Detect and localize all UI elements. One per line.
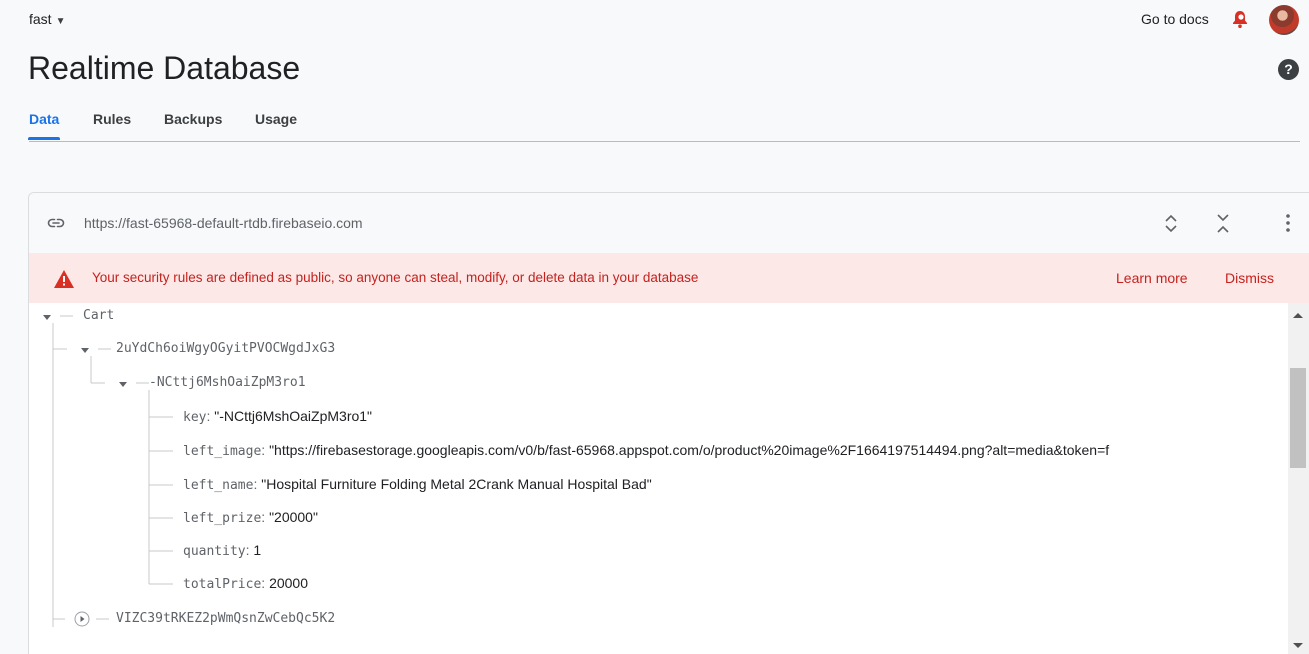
project-selector[interactable]: fast ▼ [29, 11, 65, 27]
tab-usage[interactable]: Usage [255, 111, 297, 127]
collapse-node-toggle[interactable] [117, 378, 129, 390]
project-name: fast [29, 11, 52, 27]
leaf-row[interactable]: key: "-NCttj6MshOaiZpM3ro1" [183, 408, 372, 425]
node-key-user[interactable]: 2uYdCh6oiWgyOGyitPVOCWgdJxG3 [116, 341, 335, 356]
node-key-cart[interactable]: Cart [83, 308, 114, 323]
tab-bar: Data Rules Backups Usage [27, 104, 1300, 142]
scrollbar-thumb[interactable] [1290, 368, 1306, 468]
data-tree: Cart 2uYdCh6oiWgyOGyitPVOCWgdJxG3 -NCttj… [29, 303, 1288, 654]
expand-all-icon[interactable] [1158, 210, 1184, 236]
dismiss-button[interactable]: Dismiss [1225, 270, 1274, 286]
page-title: Realtime Database [28, 50, 301, 86]
data-panel: https://fast-65968-default-rtdb.firebase… [28, 192, 1309, 654]
leaf-value: "https://firebasestorage.googleapis.com/… [269, 442, 1110, 458]
link-icon [47, 218, 65, 228]
leaf-row[interactable]: quantity: 1 [183, 542, 261, 559]
warning-icon [54, 270, 74, 288]
leaf-value: "Hospital Furniture Folding Metal 2Crank… [261, 476, 652, 492]
database-url[interactable]: https://fast-65968-default-rtdb.firebase… [84, 215, 363, 231]
tab-data[interactable]: Data [27, 111, 61, 140]
vertical-scrollbar[interactable] [1288, 303, 1309, 654]
learn-more-button[interactable]: Learn more [1116, 270, 1188, 286]
caret-down-icon: ▼ [55, 16, 66, 27]
leaf-key: totalPrice [183, 577, 262, 592]
scroll-down-arrow-icon[interactable] [1293, 643, 1303, 648]
go-to-docs-link[interactable]: Go to docs [1141, 11, 1209, 27]
collapse-all-icon[interactable] [1210, 210, 1236, 236]
tab-rules[interactable]: Rules [93, 111, 131, 127]
leaf-key: key [183, 410, 207, 425]
leaf-row[interactable]: left_prize: "20000" [183, 509, 318, 526]
leaf-row[interactable]: totalPrice: 20000 [183, 575, 308, 592]
scroll-up-arrow-icon[interactable] [1293, 313, 1303, 318]
more-vert-icon[interactable] [1276, 211, 1300, 235]
leaf-row[interactable]: left_name: "Hospital Furniture Folding M… [183, 476, 652, 493]
node-key-item[interactable]: -NCttj6MshOaiZpM3ro1 [149, 375, 306, 390]
database-url-bar: https://fast-65968-default-rtdb.firebase… [29, 193, 1309, 253]
avatar[interactable] [1269, 5, 1299, 35]
leaf-value: 20000 [269, 575, 308, 591]
leaf-key: quantity [183, 544, 246, 559]
tab-backups[interactable]: Backups [164, 111, 222, 127]
leaf-key: left_prize [183, 511, 262, 526]
top-bar: fast ▼ Go to docs [0, 0, 1309, 40]
leaf-key: left_name [183, 478, 254, 493]
leaf-value: 1 [253, 542, 262, 558]
help-icon[interactable]: ? [1278, 59, 1299, 80]
leaf-value: "-NCttj6MshOaiZpM3ro1" [214, 408, 373, 424]
expand-node-toggle[interactable] [74, 611, 90, 627]
notification-bell-icon[interactable] [1230, 9, 1250, 29]
node-key-user[interactable]: VIZC39tRKEZ2pWmQsnZwCebQc5K2 [116, 611, 335, 626]
leaf-row[interactable]: left_image: "https://firebasestorage.goo… [183, 442, 1109, 459]
collapse-node-toggle[interactable] [41, 311, 53, 323]
collapse-node-toggle[interactable] [79, 344, 91, 356]
leaf-key: left_image [183, 444, 262, 459]
leaf-value: "20000" [269, 509, 318, 525]
security-warning-banner: Your security rules are defined as publi… [29, 253, 1309, 303]
warning-message: Your security rules are defined as publi… [92, 270, 699, 285]
